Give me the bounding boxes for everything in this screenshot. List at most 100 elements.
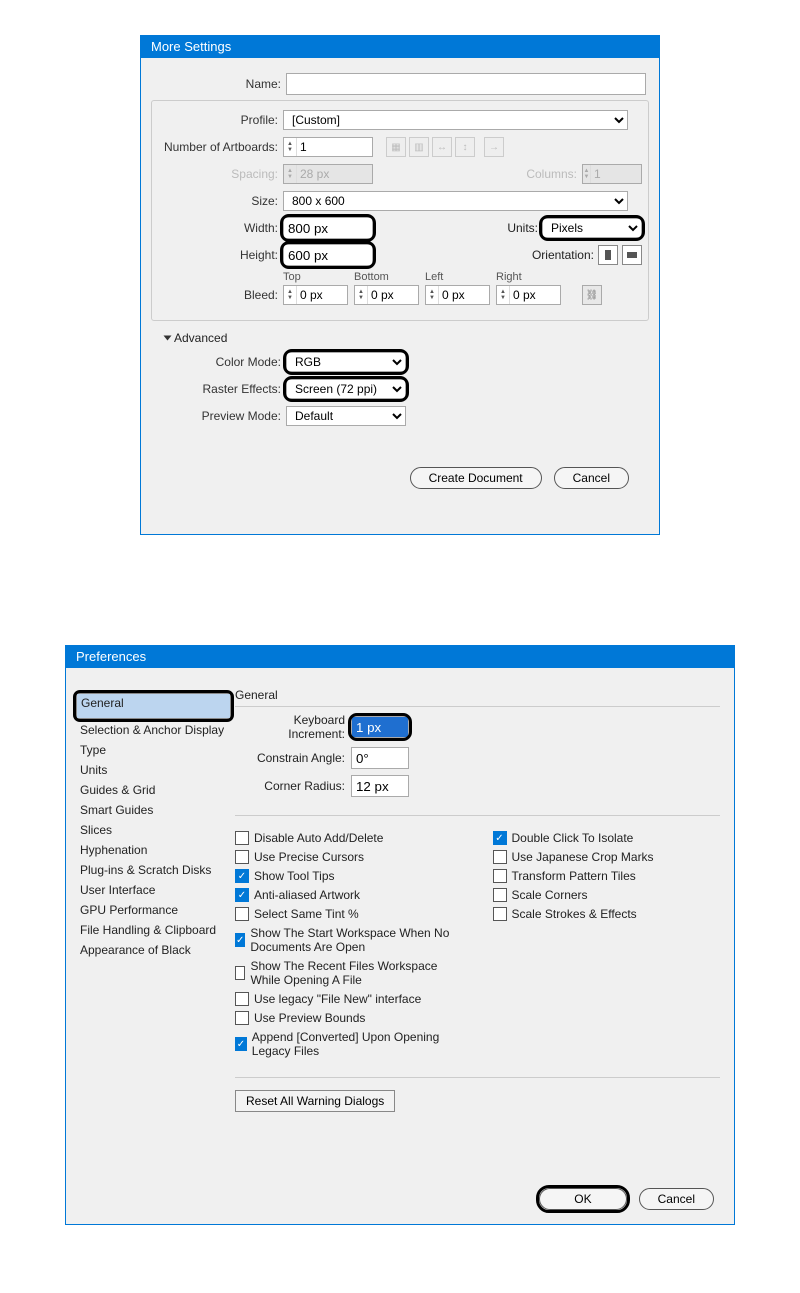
checkbox-label: Transform Pattern Tiles — [512, 869, 636, 883]
orientation-landscape-button[interactable] — [622, 245, 642, 265]
spacing-label: Spacing: — [158, 167, 283, 181]
checkbox-double-click-to-isolate[interactable]: ✓Double Click To Isolate — [493, 831, 721, 845]
checkbox-icon — [493, 869, 507, 883]
checkbox-label: Disable Auto Add/Delete — [254, 831, 383, 845]
checkbox-label: Show The Recent Files Workspace While Op… — [250, 959, 462, 987]
orientation-portrait-button[interactable] — [598, 245, 618, 265]
checkbox-use-preview-bounds[interactable]: Use Preview Bounds — [235, 1011, 463, 1025]
checkbox-icon: ✓ — [235, 869, 249, 883]
sidebar-item-units[interactable]: Units — [76, 761, 231, 779]
sidebar-item-gpu-performance[interactable]: GPU Performance — [76, 901, 231, 919]
checkbox-icon: ✓ — [235, 888, 249, 902]
bleed-right-value[interactable] — [510, 286, 560, 304]
checkbox-transform-pattern-tiles[interactable]: Transform Pattern Tiles — [493, 869, 721, 883]
sidebar-item-selection-anchor-display[interactable]: Selection & Anchor Display — [76, 721, 231, 739]
cancel-button[interactable]: Cancel — [639, 1188, 714, 1210]
bleed-right-label: Right — [496, 271, 561, 283]
checkbox-label: Show The Start Workspace When No Documen… — [250, 926, 462, 954]
checkbox-icon — [235, 831, 249, 845]
arrange-down-icon: ↕ — [455, 137, 475, 157]
checkbox-label: Show Tool Tips — [254, 869, 335, 883]
arrange-right-icon: → — [484, 137, 504, 157]
sidebar-item-user-interface[interactable]: User Interface — [76, 881, 231, 899]
sidebar-item-general[interactable]: General — [76, 693, 231, 719]
checkbox-scale-strokes-effects[interactable]: Scale Strokes & Effects — [493, 907, 721, 921]
raster-effects-select[interactable]: Screen (72 ppi) — [286, 379, 406, 399]
checkbox-icon — [235, 907, 249, 921]
checkbox-disable-auto-add-delete[interactable]: Disable Auto Add/Delete — [235, 831, 463, 845]
units-select[interactable]: Pixels — [542, 218, 642, 238]
dialog-title: More Settings — [141, 36, 659, 58]
bleed-right-stepper[interactable]: ▲▼ — [496, 285, 561, 305]
bleed-left-label: Left — [425, 271, 490, 283]
sidebar-item-file-handling-clipboard[interactable]: File Handling & Clipboard — [76, 921, 231, 939]
checkbox-icon — [235, 992, 249, 1006]
preview-mode-select[interactable]: Default — [286, 406, 406, 426]
checkbox-icon — [493, 850, 507, 864]
bleed-bottom-stepper[interactable]: ▲▼ — [354, 285, 419, 305]
create-document-button[interactable]: Create Document — [410, 467, 542, 489]
columns-label: Columns: — [526, 167, 582, 181]
profile-label: Profile: — [158, 113, 283, 127]
checkbox-append-converted-upon-opening-[interactable]: ✓Append [Converted] Upon Opening Legacy … — [235, 1030, 463, 1058]
height-input[interactable] — [283, 244, 373, 266]
constrain-angle-input[interactable] — [351, 747, 409, 769]
checkbox-use-precise-cursors[interactable]: Use Precise Cursors — [235, 850, 463, 864]
checkbox-label: Append [Converted] Upon Opening Legacy F… — [252, 1030, 463, 1058]
ok-button[interactable]: OK — [539, 1188, 626, 1210]
advanced-label: Advanced — [174, 331, 227, 345]
reset-warnings-button[interactable]: Reset All Warning Dialogs — [235, 1090, 395, 1112]
bleed-left-value[interactable] — [439, 286, 489, 304]
sidebar-item-smart-guides[interactable]: Smart Guides — [76, 801, 231, 819]
checkbox-anti-aliased-artwork[interactable]: ✓ Anti-aliased Artwork — [235, 888, 463, 902]
bleed-top-value[interactable] — [297, 286, 347, 304]
preferences-sidebar: General Selection & Anchor Display Type Uni… — [76, 678, 231, 1154]
checkbox-label: Anti-aliased Artwork — [254, 888, 360, 902]
bleed-left-stepper[interactable]: ▲▼ — [425, 285, 490, 305]
dialog-title: Preferences — [66, 646, 734, 668]
sidebar-item-slices[interactable]: Slices — [76, 821, 231, 839]
columns-value — [591, 165, 641, 183]
checkbox-show-tool-tips[interactable]: ✓ Show Tool Tips — [235, 869, 463, 883]
sidebar-item-plug-ins-scratch-disks[interactable]: Plug-ins & Scratch Disks — [76, 861, 231, 879]
bleed-bottom-value[interactable] — [368, 286, 418, 304]
keyboard-increment-input[interactable] — [351, 716, 409, 738]
checkbox-select-same-tint-[interactable]: Select Same Tint % — [235, 907, 463, 921]
size-label: Size: — [158, 194, 283, 208]
raster-effects-label: Raster Effects: — [151, 382, 286, 396]
cancel-button[interactable]: Cancel — [554, 467, 629, 489]
spacing-value — [297, 165, 347, 183]
grid-by-row-icon: ▦ — [386, 137, 406, 157]
checkbox-icon — [493, 888, 507, 902]
checkbox-icon — [235, 850, 249, 864]
artboards-stepper[interactable]: ▲▼ — [283, 137, 373, 157]
corner-radius-label: Corner Radius: — [235, 779, 351, 793]
constrain-angle-label: Constrain Angle: — [235, 751, 351, 765]
sidebar-item-type[interactable]: Type — [76, 741, 231, 759]
link-bleed-icon[interactable]: ⛓ — [582, 285, 602, 305]
bleed-top-label: Top — [283, 271, 348, 283]
color-mode-label: Color Mode: — [151, 355, 286, 369]
checkbox-show-the-start-workspace-when-[interactable]: ✓ Show The Start Workspace When No Docume… — [235, 926, 463, 954]
width-input[interactable] — [283, 217, 373, 239]
profile-select[interactable]: [Custom] — [283, 110, 628, 130]
sidebar-item-appearance-of-black[interactable]: Appearance of Black — [76, 941, 231, 959]
grid-by-col-icon: ▥ — [409, 137, 429, 157]
more-settings-dialog: More Settings Name: Profile: [Custom] Nu… — [140, 35, 660, 535]
color-mode-select[interactable]: RGB — [286, 352, 406, 372]
checkbox-scale-corners[interactable]: Scale Corners — [493, 888, 721, 902]
checkbox-use-legacy-file-new-interface[interactable]: Use legacy "File New" interface — [235, 992, 463, 1006]
sidebar-item-guides-grid[interactable]: Guides & Grid — [76, 781, 231, 799]
checkbox-label: Select Same Tint % — [254, 907, 359, 921]
corner-radius-input[interactable] — [351, 775, 409, 797]
size-select[interactable]: 800 x 600 — [283, 191, 628, 211]
chevron-down-icon — [164, 336, 172, 341]
checkbox-use-japanese-crop-marks[interactable]: Use Japanese Crop Marks — [493, 850, 721, 864]
sidebar-item-hyphenation[interactable]: Hyphenation — [76, 841, 231, 859]
name-input[interactable] — [286, 73, 646, 95]
checkbox-show-the-recent-files-workspac[interactable]: Show The Recent Files Workspace While Op… — [235, 959, 463, 987]
checkbox-icon: ✓ — [235, 933, 245, 947]
artboards-value[interactable] — [297, 138, 347, 156]
bleed-top-stepper[interactable]: ▲▼ — [283, 285, 348, 305]
advanced-section-toggle[interactable]: Advanced — [165, 331, 649, 345]
